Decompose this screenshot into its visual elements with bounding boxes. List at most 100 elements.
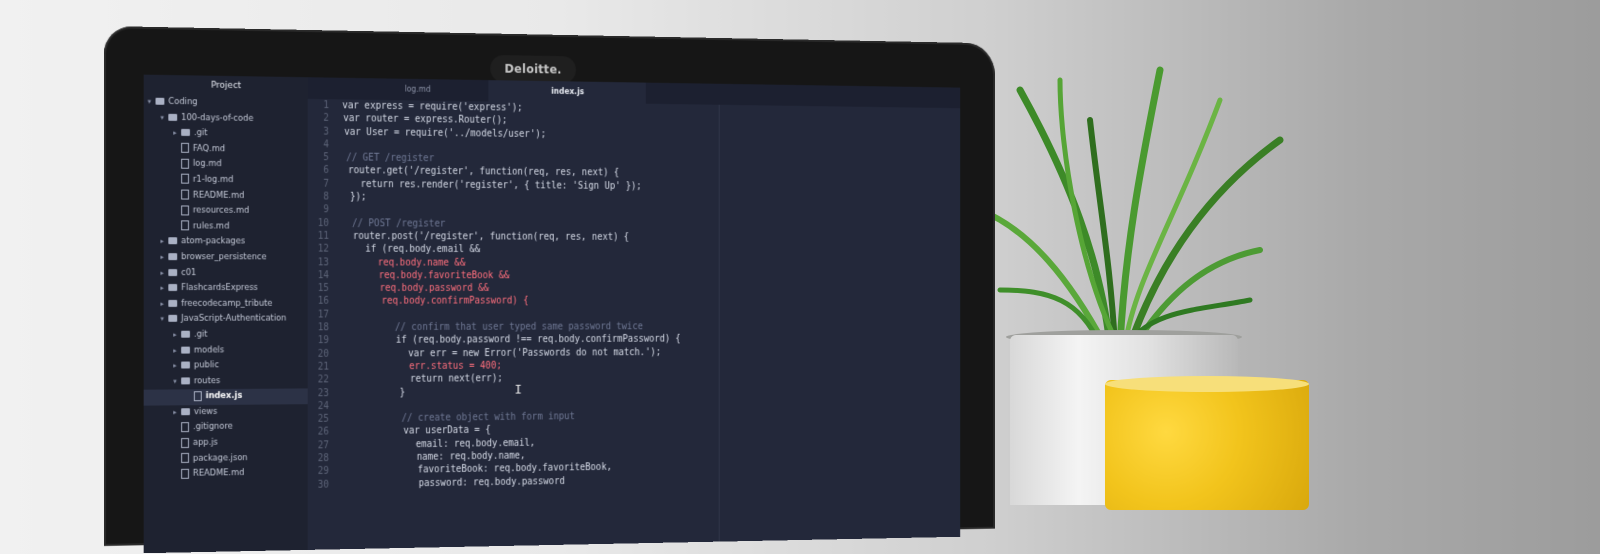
folder-icon xyxy=(168,269,177,276)
chevron-down-icon[interactable]: ▾ xyxy=(160,312,168,328)
line-number: 13 xyxy=(308,256,329,269)
chevron-down-icon[interactable]: ▾ xyxy=(148,95,156,111)
tree-item-label: FAQ.md xyxy=(193,144,225,154)
tree-file[interactable]: rules.md xyxy=(144,219,308,235)
file-icon xyxy=(181,422,189,432)
file-icon xyxy=(181,159,189,169)
tree-file[interactable]: r1-log.md xyxy=(144,172,308,189)
tree-item-label: .git xyxy=(194,330,208,340)
tree-folder[interactable]: ▸ .git xyxy=(144,327,308,343)
chevron-right-icon[interactable]: ▸ xyxy=(173,343,181,359)
code-text xyxy=(342,401,366,412)
code-lines: 1var express = require('express');2var r… xyxy=(308,99,960,492)
tree-item-label: package.json xyxy=(193,453,248,464)
project-sidebar: Project ▾Coding▾100-days-of-code▸.gitFAQ… xyxy=(144,75,308,554)
folder-icon xyxy=(156,98,165,105)
tree-folder[interactable]: ▸ c01 xyxy=(144,266,308,282)
tree-folder[interactable]: ▸ freecodecamp_tribute xyxy=(144,297,308,313)
tree-file[interactable]: log.md xyxy=(144,157,308,174)
tree-folder[interactable]: ▸.git xyxy=(144,126,308,143)
yellow-mug-rim xyxy=(1105,376,1309,392)
file-tree: ▾Coding▾100-days-of-code▸.gitFAQ.mdlog.m… xyxy=(144,95,308,484)
tree-file[interactable]: FAQ.md xyxy=(144,141,308,158)
folder-icon xyxy=(181,362,190,369)
sidebar-title: Project xyxy=(144,75,308,97)
line-number: 15 xyxy=(308,282,329,295)
tab-index-js[interactable]: index.js xyxy=(488,80,646,104)
tree-folder[interactable]: ▸models xyxy=(144,343,308,359)
tree-item-label: README.md xyxy=(193,468,245,479)
folder-icon xyxy=(168,315,177,322)
line-number: 9 xyxy=(308,204,329,217)
code-editor[interactable]: 1var express = require('express');2var r… xyxy=(308,99,960,550)
code-text: var User = require('../models/user'); xyxy=(342,126,546,139)
code-line: 13 req.body.name && xyxy=(308,256,960,270)
code-text: } xyxy=(342,387,405,398)
chevron-right-icon[interactable]: ▸ xyxy=(160,297,168,313)
tree-folder[interactable]: ▸browser_persistence xyxy=(144,250,308,266)
tree-item-label: views xyxy=(194,407,218,417)
plant-leaves xyxy=(960,60,1300,350)
chevron-right-icon[interactable]: ▸ xyxy=(160,250,168,266)
code-text: var userData = { xyxy=(342,425,490,437)
code-line: 16req.body.confirmPassword) { xyxy=(308,295,960,309)
tree-file[interactable]: README.md xyxy=(144,188,308,205)
folder-icon xyxy=(168,300,177,307)
tree-folder[interactable]: ▾100-days-of-code xyxy=(144,110,308,128)
tree-item-label: Coding xyxy=(168,97,197,107)
code-text xyxy=(342,140,345,151)
line-number: 8 xyxy=(308,191,329,204)
tree-item-label: JavaScript-Authentication xyxy=(181,314,286,324)
code-text: email: req.body.email, xyxy=(342,438,535,451)
chevron-right-icon[interactable]: ▸ xyxy=(160,266,168,282)
file-icon xyxy=(181,174,189,184)
tree-file[interactable]: README.md xyxy=(144,465,308,483)
code-text: router.post('/register', function(req, r… xyxy=(342,231,629,243)
file-icon xyxy=(194,391,202,401)
bezel-brand-label: Deloitte. xyxy=(490,55,576,84)
code-text: req.body.name && xyxy=(342,257,465,268)
wrap-guide xyxy=(719,105,720,542)
tree-item-label: routes xyxy=(194,376,220,386)
line-number: 27 xyxy=(308,439,329,452)
file-icon xyxy=(181,221,189,231)
tree-file[interactable]: index.js xyxy=(144,389,308,406)
line-number: 30 xyxy=(308,478,329,491)
tree-folder[interactable]: ▾ routes xyxy=(144,373,308,390)
chevron-right-icon[interactable]: ▸ xyxy=(173,126,181,142)
chevron-right-icon[interactable]: ▸ xyxy=(173,328,181,344)
line-number: 5 xyxy=(308,151,329,164)
folder-icon xyxy=(168,238,177,245)
code-text: err.status = 400; xyxy=(342,361,501,373)
tree-folder[interactable]: ▸ views xyxy=(144,404,308,421)
folder-icon xyxy=(168,113,177,120)
code-line: 12if (req.body.email && xyxy=(308,243,960,258)
tree-item-label: c01 xyxy=(181,268,196,278)
tree-file[interactable]: resources.md xyxy=(144,203,308,219)
chevron-right-icon[interactable]: ▸ xyxy=(173,405,181,421)
chevron-down-icon[interactable]: ▾ xyxy=(160,110,168,126)
line-number: 23 xyxy=(308,387,329,400)
tree-folder[interactable]: ▸atom-packages xyxy=(144,234,308,250)
chevron-right-icon[interactable]: ▸ xyxy=(160,281,168,297)
file-icon xyxy=(181,438,189,448)
tree-folder[interactable]: ▾ JavaScript-Authentication xyxy=(144,312,308,328)
line-number: 26 xyxy=(308,426,329,439)
chevron-down-icon[interactable]: ▾ xyxy=(173,374,181,390)
code-line: 14req.body.favoriteBook && xyxy=(308,269,960,282)
code-text: req.body.confirmPassword) { xyxy=(342,296,528,307)
tree-folder[interactable]: ▸FlashcardsExpress xyxy=(144,281,308,297)
tab-log-md[interactable]: log.md xyxy=(346,78,488,102)
file-icon xyxy=(181,143,189,153)
code-text: // create object with form input xyxy=(342,412,575,425)
code-text: }); xyxy=(342,192,366,203)
line-number: 18 xyxy=(308,321,329,334)
tree-folder[interactable]: ▸public xyxy=(144,358,308,374)
text-cursor-icon: I xyxy=(515,383,522,398)
tree-item-label: .gitignore xyxy=(193,422,233,432)
chevron-right-icon[interactable]: ▸ xyxy=(173,359,181,375)
code-text: // POST /register xyxy=(342,218,445,229)
tree-item-label: freecodecamp_tribute xyxy=(181,299,272,309)
chevron-right-icon[interactable]: ▸ xyxy=(160,235,168,251)
tree-file[interactable]: .gitignore xyxy=(144,419,308,436)
